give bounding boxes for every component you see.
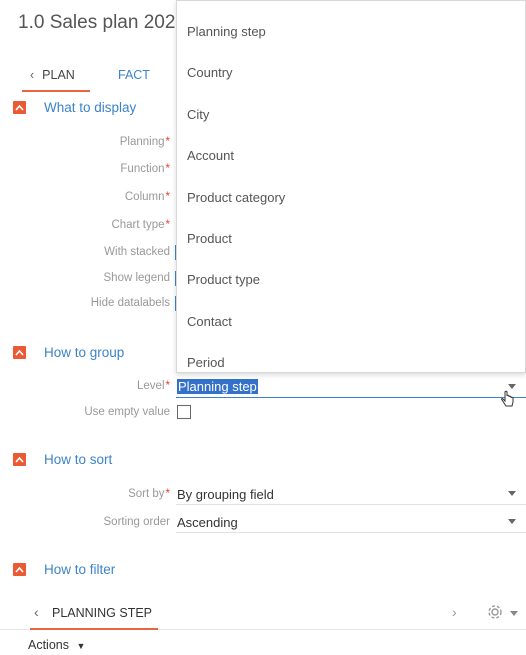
collapse-icon[interactable] [13,346,26,359]
column-label: Column* [124,191,170,203]
section-what-to-display[interactable]: What to display [13,100,136,115]
chevron-down-icon[interactable] [510,611,518,616]
dropdown-option[interactable]: Product category [187,190,285,205]
sort-by-value: By grouping field [177,487,274,502]
dropdown-option[interactable]: Planning step [187,24,266,39]
actions-menu[interactable]: Actions ▼ [28,638,85,652]
chevron-left-icon[interactable]: ‹ [30,68,34,82]
level-dropdown-list: Planning step Country City Account Produ… [176,0,526,373]
hide-datalabels-label: Hide datalabels [90,297,170,309]
sorting-order-select[interactable]: Ascending [176,511,526,533]
dropdown-option[interactable]: Account [187,148,234,163]
hand-cursor-icon [501,390,514,407]
sort-by-label: Sort by* [128,488,170,500]
section-how-to-group[interactable]: How to group [13,345,124,360]
section-title: How to filter [44,562,116,577]
sort-by-select[interactable]: By grouping field [176,483,526,505]
dropdown-option[interactable]: Period [187,355,225,370]
dropdown-option[interactable]: Product [187,231,232,246]
with-stacked-label: With stacked [104,246,170,258]
tab-planning-step[interactable]: PLANNING STEP [52,606,152,620]
gear-icon[interactable] [486,603,504,621]
dropdown-option[interactable]: Product type [187,272,260,287]
use-empty-value-checkbox[interactable] [177,405,191,419]
level-select[interactable]: Planning step [176,376,526,398]
actions-label: Actions [28,638,69,652]
planning-label: Planning* [119,136,170,148]
collapse-icon[interactable] [13,101,26,114]
chevron-right-icon[interactable]: › [452,604,457,620]
tab-active-underline [22,90,90,92]
chevron-down-icon[interactable] [508,491,516,496]
tab-fact[interactable]: FACT [118,68,150,82]
chevron-left-icon[interactable]: ‹ [34,604,39,620]
sorting-order-label: Sorting order [103,516,170,528]
chevron-down-icon: ▼ [76,641,86,651]
use-empty-value-label: Use empty value [84,406,170,418]
section-title: What to display [44,100,137,115]
section-title: How to sort [44,452,113,467]
level-value[interactable]: Planning step [177,379,258,394]
collapse-icon[interactable] [13,453,26,466]
function-label: Function* [120,163,170,175]
dropdown-option[interactable]: Contact [187,314,232,329]
level-label: Level* [137,380,170,392]
page-title: 1.0 Sales plan 2022 [18,12,186,33]
chevron-down-icon[interactable] [508,384,516,389]
tab-plan[interactable]: ‹ PLAN [30,68,93,82]
collapse-icon[interactable] [13,563,26,576]
chevron-down-icon[interactable] [508,519,516,524]
tab-active-underline [30,628,158,630]
show-legend-label: Show legend [103,272,171,284]
chart-type-label: Chart type* [111,219,170,231]
dropdown-option[interactable]: Country [187,65,233,80]
sorting-order-value: Ascending [177,515,238,530]
section-title: How to group [44,345,125,360]
dropdown-option[interactable]: City [187,107,209,122]
tabs-bar: ‹ PLAN FACT [30,68,150,82]
section-how-to-filter[interactable]: How to filter [13,562,115,577]
tab-plan-label: PLAN [42,68,75,82]
section-how-to-sort[interactable]: How to sort [13,452,112,467]
